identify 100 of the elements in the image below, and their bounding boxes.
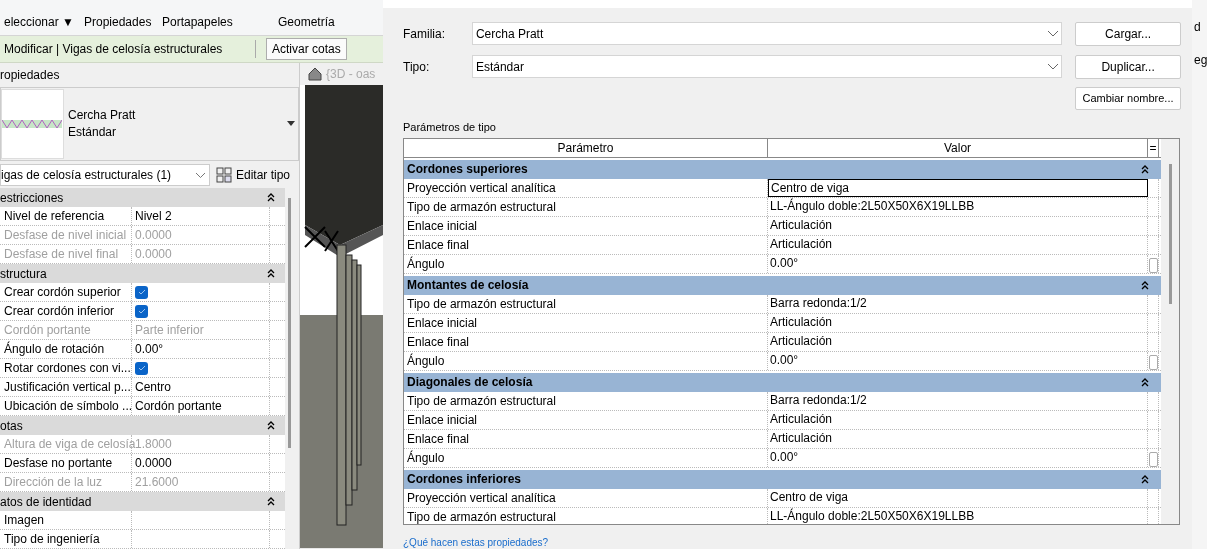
parameter-value: Articulación [768, 216, 1148, 235]
property-value: 0.0000 [135, 455, 172, 472]
property-value: 0.00° [135, 341, 164, 358]
parameter-name: Enlace final [404, 235, 768, 254]
property-name: Dirección de la luz [0, 473, 132, 491]
group-header[interactable]: Cordones superiores [404, 159, 1161, 179]
type-name: Cercha Pratt [68, 107, 136, 124]
type-selector[interactable]: Cercha Pratt Estándar [0, 87, 299, 161]
column-header[interactable]: = [1148, 138, 1159, 157]
property-name: Imagen [0, 511, 132, 529]
parameter-name: Ángulo [404, 254, 768, 273]
property-name: Ubicación de símbolo ... [0, 397, 132, 415]
collapse-icon[interactable] [1141, 280, 1149, 290]
family-label: Familia: [403, 25, 446, 43]
parameter-value: 0.00° [768, 254, 1148, 273]
column-header[interactable]: Valor [768, 138, 1148, 157]
section-title: Parámetros de tipo [403, 119, 497, 135]
property-name: Justificación vertical p... [0, 378, 132, 396]
ribbon-group-label: Portapapeles [161, 14, 234, 31]
group-header[interactable]: Diagonales de celosía [404, 372, 1161, 392]
group-header[interactable]: estricciones [0, 188, 285, 207]
collapse-icon[interactable] [1141, 164, 1149, 174]
property-value: 0.0000 [135, 227, 172, 244]
group-header[interactable]: Cordones inferiores [404, 469, 1161, 489]
parameter-name: Ángulo [404, 351, 768, 370]
parameter-name: Enlace final [404, 429, 768, 448]
ribbon-group-label[interactable]: eleccionar ▼ [0, 13, 80, 31]
panel-title: ropiedades [0, 67, 60, 84]
group-header[interactable]: structura [0, 264, 285, 283]
scrollbar[interactable] [288, 198, 291, 448]
collapse-icon[interactable] [1141, 377, 1149, 387]
collapse-icon[interactable] [267, 193, 275, 202]
chevron-down-icon [1048, 30, 1059, 37]
group-header[interactable]: atos de identidad [0, 492, 285, 511]
parameter-name: Tipo de armazón estructural [404, 197, 768, 216]
property-value: Centro [135, 379, 172, 396]
ribbon-group-label: Geometría [277, 14, 336, 31]
parameter-value: LL-Ángulo doble:2L50X50X6X19LLBB [768, 507, 1148, 524]
checkmark-icon [137, 365, 146, 371]
chevron-down-icon [1048, 63, 1059, 70]
parameter-name: Proyección vertical analítica [404, 488, 768, 507]
parameter-value: Articulación [768, 235, 1148, 254]
background-text: d [1194, 19, 1202, 36]
edit-type-button[interactable]: Editar tipo [216, 166, 291, 184]
family-dropdown[interactable]: Cercha Pratt [471, 22, 1063, 45]
group-header[interactable]: otas [0, 416, 285, 435]
ribbon-group-label: Propiedades [83, 14, 153, 31]
checkmark-icon [137, 289, 146, 295]
checkbox[interactable] [135, 285, 148, 299]
parameter-name: Ángulo [404, 448, 768, 467]
property-name: Rotar cordones con vi... [0, 359, 132, 377]
parameter-value: LL-Ángulo doble:2L50X50X6X19LLBB [768, 197, 1148, 216]
parameter-name: Enlace inicial [404, 216, 768, 235]
parameter-name: Enlace inicial [404, 410, 768, 429]
parameter-value: Barra redonda:1/2 [768, 391, 1148, 410]
parameter-value: Barra redonda:1/2 [768, 294, 1148, 313]
property-name: Desfase de nivel final [0, 245, 132, 263]
property-value: Parte inferior [135, 322, 204, 339]
parameter-name: Tipo de armazón estructural [404, 294, 768, 313]
property-value: 0.0000 [135, 246, 172, 263]
property-name: Desfase no portante [0, 454, 132, 472]
type-dropdown[interactable]: Estándar [471, 55, 1063, 78]
parameter-value: 0.00° [768, 351, 1148, 370]
help-link[interactable]: ¿Qué hacen estas propiedades? [403, 537, 1181, 549]
column-header[interactable]: Parámetro [404, 138, 768, 157]
collapse-icon[interactable] [267, 421, 275, 430]
property-value: 21.6000 [135, 474, 179, 491]
property-name: Cordón portante [0, 321, 132, 339]
property-name: Desfase de nivel inicial [0, 226, 132, 244]
parameter-name: Tipo de armazón estructural [404, 391, 768, 410]
scrollbar[interactable] [1168, 163, 1172, 304]
parameter-value: 0.00° [768, 448, 1148, 467]
house-icon [308, 67, 322, 81]
parameter-value: Articulación [768, 410, 1148, 429]
load-button[interactable]: Cargar... [1075, 21, 1181, 46]
parameter-name: Enlace final [404, 332, 768, 351]
collapse-icon[interactable] [267, 497, 275, 506]
dropdown-arrow-icon[interactable] [287, 121, 295, 126]
background-text: eg [1194, 52, 1207, 69]
checkbox[interactable] [135, 304, 148, 318]
rename-button[interactable]: Cambiar nombre... [1075, 87, 1181, 110]
parameter-name: Tipo de armazón estructural [404, 507, 768, 524]
type-properties-icon [216, 167, 232, 183]
category-filter-dropdown[interactable]: igas de celosía estructurales (1) [0, 164, 210, 186]
parameter-name: Proyección vertical analítica [404, 178, 768, 197]
value-field[interactable]: Centro de viga [768, 178, 1148, 197]
property-name: Crear cordón inferior [0, 302, 132, 320]
chevron-down-icon [196, 172, 205, 178]
group-header[interactable]: Montantes de celosía [404, 275, 1161, 295]
collapse-icon[interactable] [1141, 474, 1149, 484]
parameter-value: Articulación [768, 313, 1148, 332]
context-title: Modificar | Vigas de celosía estructurales [0, 40, 256, 58]
parameter-value: Articulación [768, 429, 1148, 448]
activate-dimensions-button[interactable]: Activar cotas [266, 38, 347, 60]
duplicate-button[interactable]: Duplicar... [1075, 54, 1181, 79]
checkbox[interactable] [135, 361, 148, 375]
parameter-name: Enlace inicial [404, 313, 768, 332]
property-name: Nivel de referencia [0, 207, 132, 225]
collapse-icon[interactable] [267, 269, 275, 278]
truss-icon [2, 120, 62, 128]
